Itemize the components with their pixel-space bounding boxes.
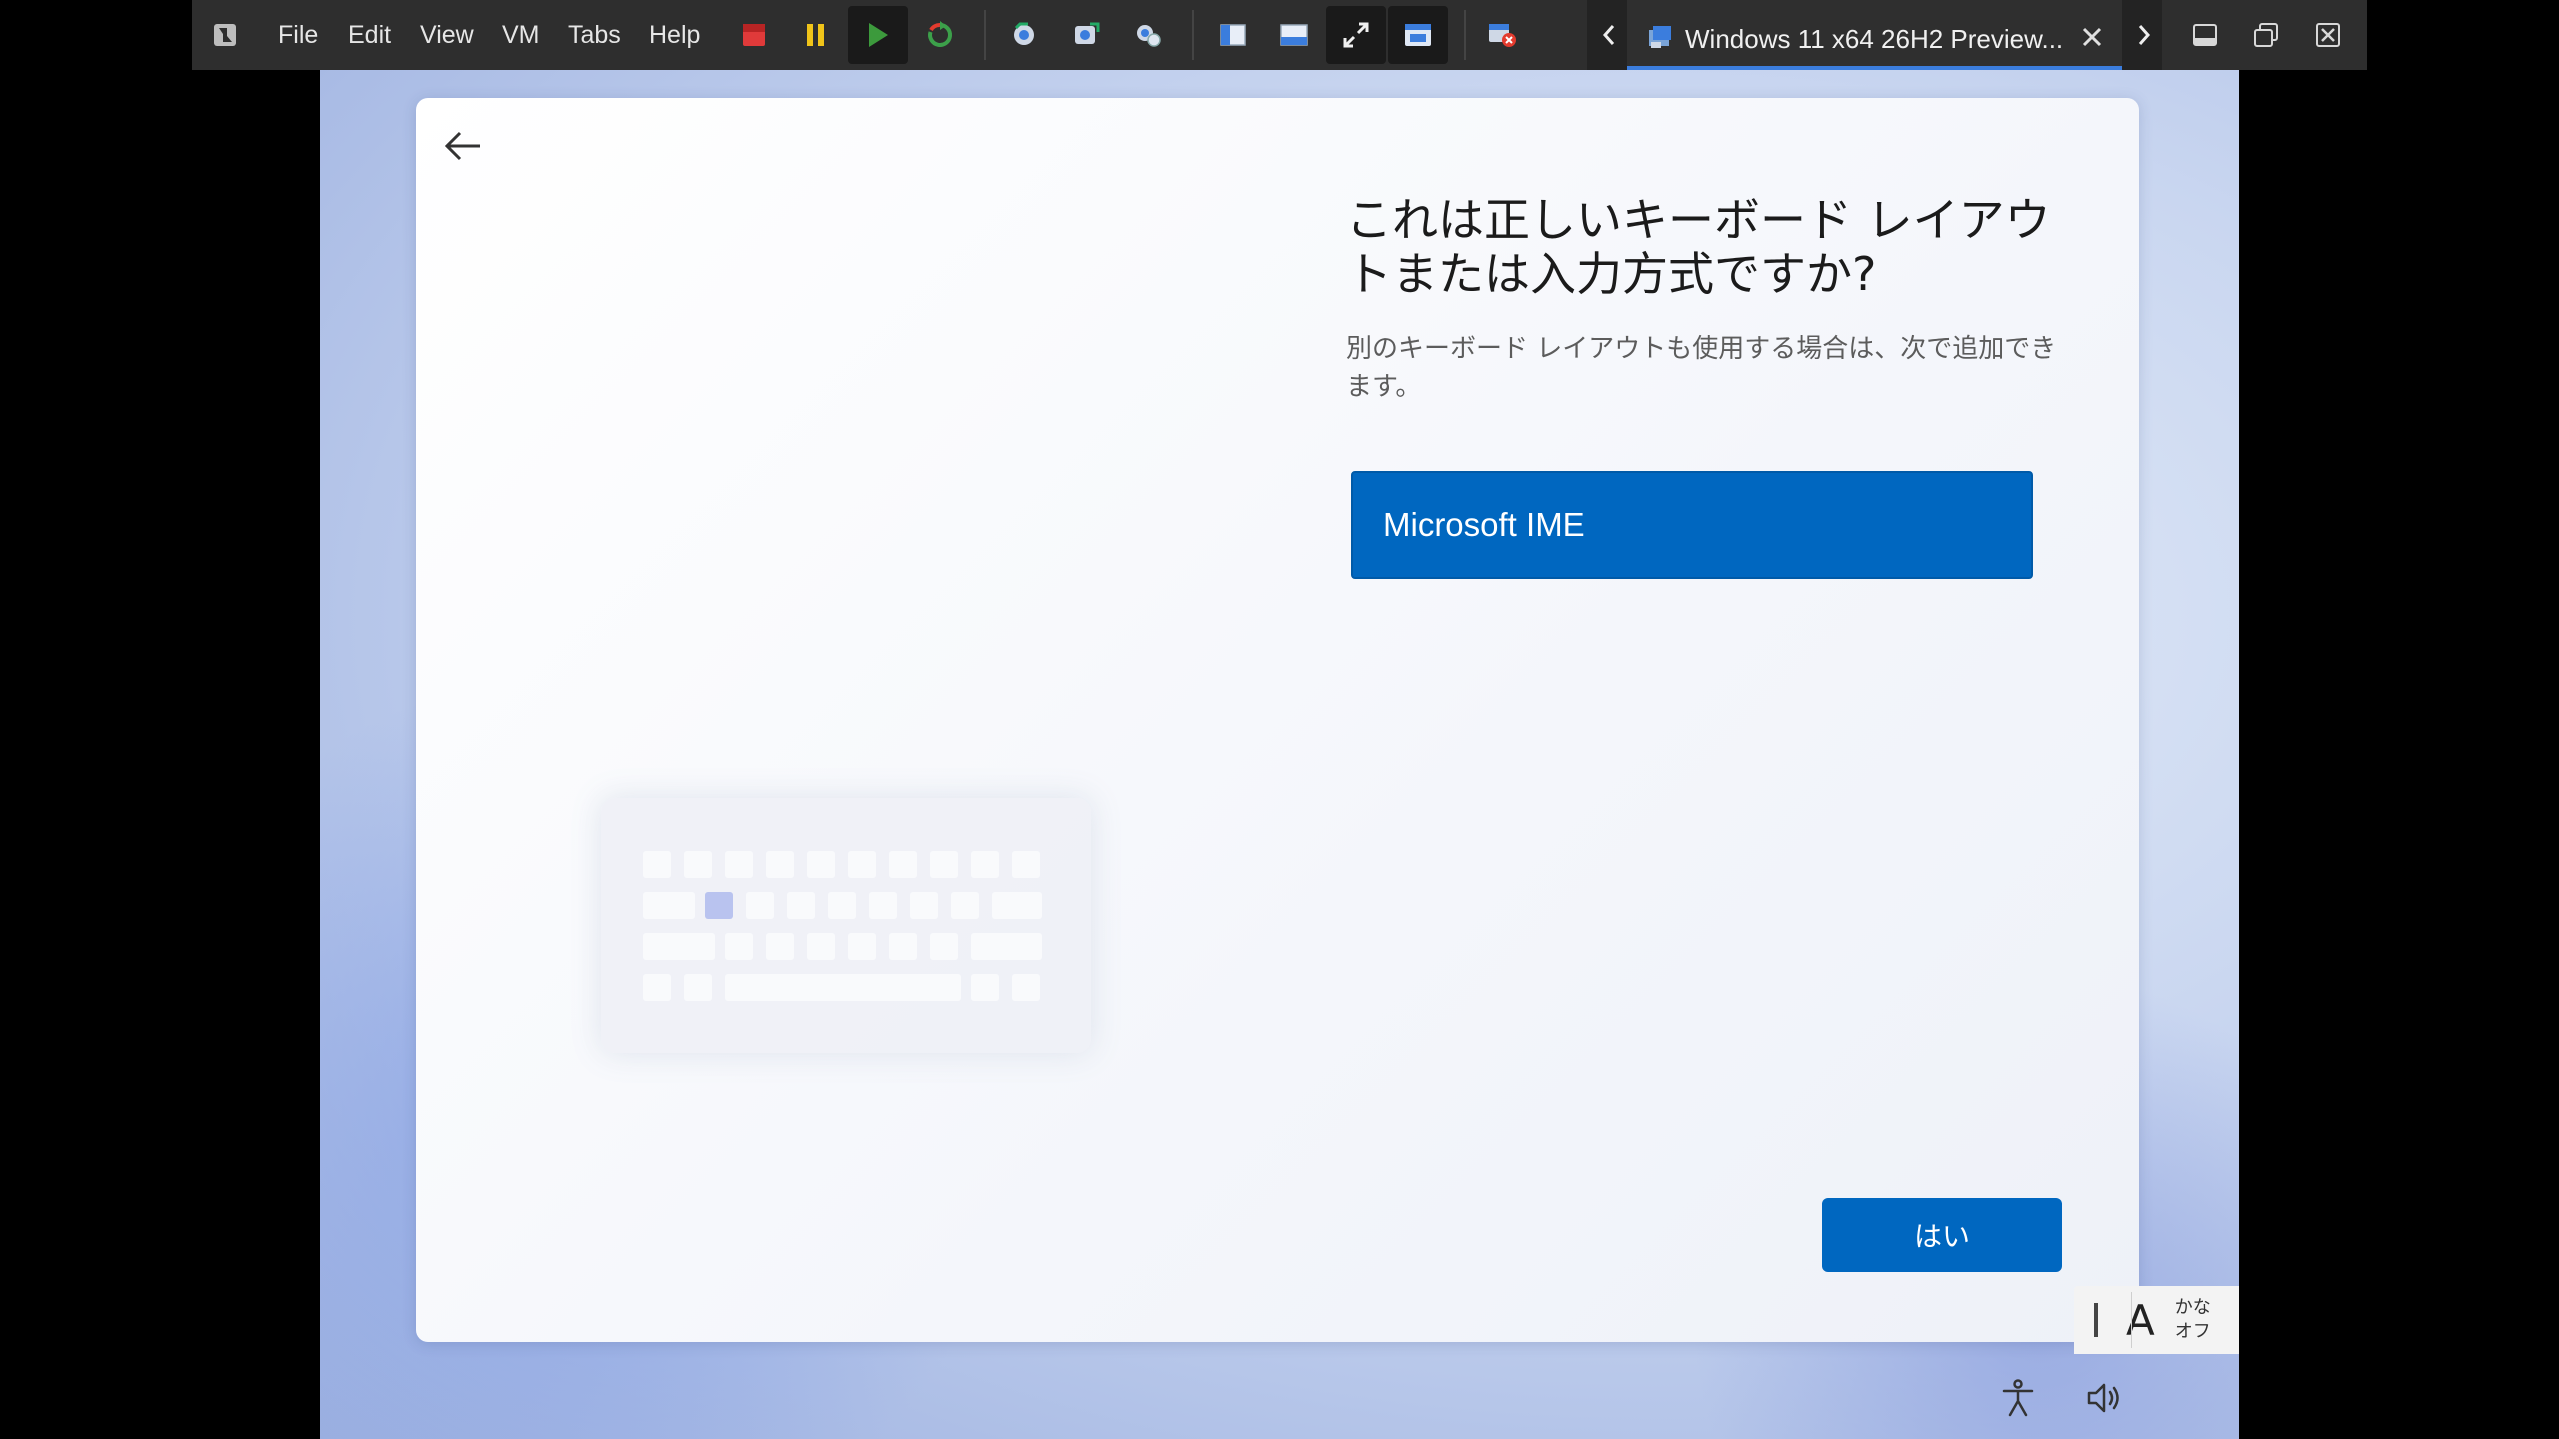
pause-icon[interactable] [790, 15, 842, 55]
menu-file[interactable]: File [278, 0, 318, 70]
close-tab-icon[interactable] [2077, 22, 2107, 52]
page-title: これは正しいキーボード レイアウトまたは入力方式ですか? [1346, 193, 2051, 301]
play-icon[interactable] [848, 6, 908, 64]
tab-scroll-right-icon[interactable] [2130, 20, 2158, 50]
page-description: 別のキーボード レイアウトも使用する場合は、次で追加できます。 [1346, 334, 2057, 402]
menu-edit[interactable]: Edit [348, 0, 391, 70]
yes-button[interactable]: はい [1822, 1198, 2062, 1272]
vm-tab-strip: Windows 11 x64 26H2 Preview... [1587, 0, 2162, 70]
ime-caret-icon [2094, 1303, 2098, 1337]
stop-icon[interactable] [728, 15, 780, 55]
vm-tab-title: Windows 11 x64 26H2 Preview... [1685, 24, 2064, 54]
back-arrow-icon[interactable] [436, 118, 492, 174]
ime-bar[interactable]: A かな オフ [2074, 1286, 2239, 1354]
restore-icon[interactable] [2251, 20, 2281, 50]
highlighted-key [705, 892, 733, 919]
menu-view[interactable]: View [420, 0, 474, 70]
vm-display[interactable]: これは正しいキーボード レイアウトまたは入力方式ですか? 別のキーボード レイア… [320, 70, 2239, 1439]
vm-toolbar: File Edit View VM Tabs Help Windows 11 x… [192, 0, 2367, 70]
sidebar-toggle-icon[interactable] [1207, 15, 1259, 55]
tab-scroll-left-icon[interactable] [1595, 20, 1623, 50]
ime-kana-label: かな [2174, 1297, 2211, 1318]
ime-kana-toggle[interactable]: かな オフ [2175, 1296, 2211, 1344]
app-logo-icon[interactable] [210, 20, 240, 50]
vm-tab[interactable]: Windows 11 x64 26H2 Preview... [1627, 0, 2122, 70]
accessibility-icon[interactable] [1996, 1376, 2040, 1420]
screen: File Edit View VM Tabs Help Windows 11 x… [0, 0, 2559, 1439]
fullscreen-icon[interactable] [1326, 6, 1386, 64]
menu-tabs[interactable]: Tabs [568, 0, 621, 70]
menu-vm[interactable]: VM [502, 0, 540, 70]
oobe-dialog: これは正しいキーボード レイアウトまたは入力方式ですか? 別のキーボード レイア… [416, 98, 2139, 1342]
volume-icon[interactable] [2084, 1376, 2128, 1420]
restart-icon[interactable] [914, 15, 966, 55]
keyboard-illustration [601, 798, 1091, 1053]
snapshot-icon[interactable] [998, 15, 1050, 55]
unity-mode-icon[interactable] [1388, 6, 1448, 64]
ime-kana-state: オフ [2174, 1321, 2211, 1342]
close-window-icon[interactable] [2313, 20, 2343, 50]
snapshot-manager-icon[interactable] [1122, 15, 1174, 55]
minimize-icon[interactable] [2190, 20, 2220, 50]
menu-help[interactable]: Help [649, 0, 700, 70]
revert-snapshot-icon[interactable] [1060, 15, 1112, 55]
keyboard-option-microsoft-ime[interactable]: Microsoft IME [1351, 471, 2033, 579]
disconnect-device-icon[interactable] [1476, 15, 1528, 55]
vm-tab-icon [1647, 24, 1673, 54]
console-view-icon[interactable] [1268, 15, 1320, 55]
